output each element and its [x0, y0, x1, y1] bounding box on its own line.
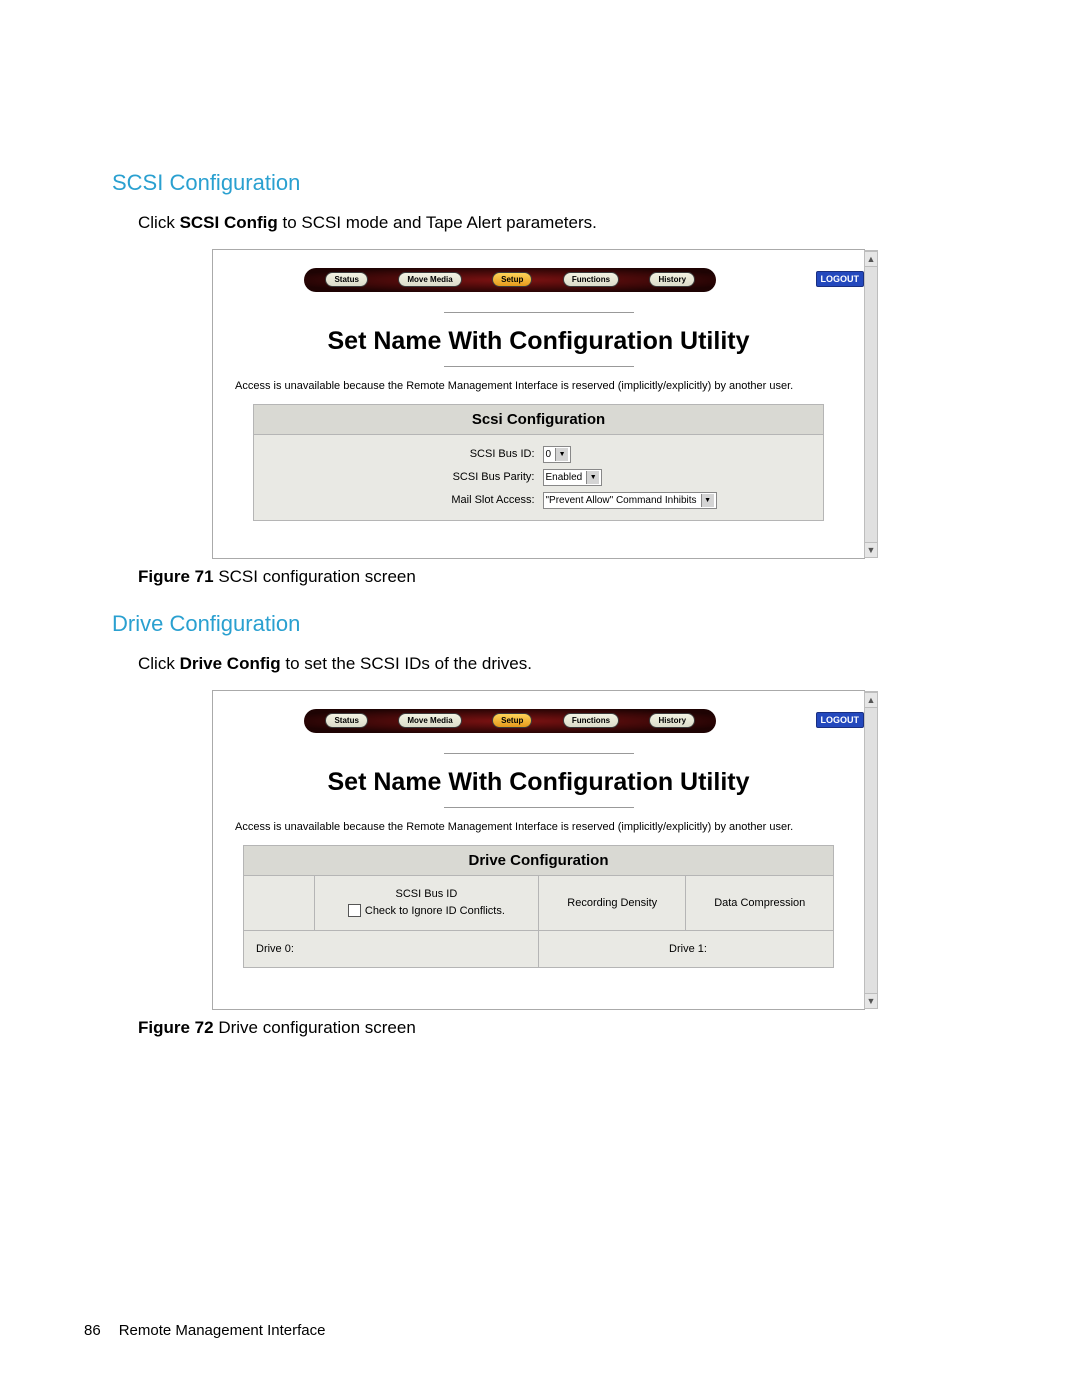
para-scsi: Click SCSI Config to SCSI mode and Tape … — [138, 212, 1000, 235]
footer-section: Remote Management Interface — [119, 1322, 326, 1339]
drive-config-header: Drive Configuration — [244, 845, 834, 875]
col-data-compression: Data Compression — [686, 875, 834, 930]
scroll-down-icon[interactable]: ▼ — [865, 542, 877, 557]
cell-drive-1: Drive 1: — [538, 930, 833, 967]
select-value: 0 — [546, 449, 552, 460]
nav-setup[interactable]: Setup — [492, 272, 532, 287]
row-mail-slot-access: Mail Slot Access: "Prevent Allow" Comman… — [254, 489, 823, 512]
chevron-down-icon: ▼ — [586, 471, 599, 484]
caption-text: SCSI configuration screen — [214, 567, 416, 586]
select-scsi-bus-parity[interactable]: Enabled▼ — [543, 469, 603, 486]
cell-drive-0: Drive 0: — [244, 930, 539, 967]
text-bold: SCSI Config — [180, 213, 278, 232]
screenshot-scsi-config: ▲ ▼ Status Move Media Setup Functions Hi… — [212, 249, 865, 559]
caption-label: Figure 72 — [138, 1018, 214, 1037]
scroll-up-icon[interactable]: ▲ — [865, 251, 877, 267]
nav-bar: Status Move Media Setup Functions Histor… — [304, 709, 716, 733]
col-label: SCSI Bus ID — [323, 888, 530, 900]
nav-functions[interactable]: Functions — [563, 713, 619, 728]
page-number: 86 — [84, 1322, 101, 1339]
document-page: SCSI Configuration Click SCSI Config to … — [0, 0, 1080, 1397]
label: SCSI Bus ID: — [254, 448, 543, 460]
nav-bar: Status Move Media Setup Functions Histor… — [304, 268, 716, 292]
row-scsi-bus-parity: SCSI Bus Parity: Enabled▼ — [254, 466, 823, 489]
nav-setup[interactable]: Setup — [492, 713, 532, 728]
nav-bar-container: Status Move Media Setup Functions Histor… — [213, 250, 864, 302]
chevron-down-icon: ▼ — [555, 448, 568, 461]
nav-history[interactable]: History — [649, 713, 695, 728]
divider — [444, 807, 634, 808]
checkbox-label: Check to Ignore ID Conflicts. — [365, 905, 505, 917]
heading-drive-configuration: Drive Configuration — [112, 611, 1000, 637]
select-value: "Prevent Allow" Command Inhibits — [546, 495, 697, 506]
select-mail-slot-access[interactable]: "Prevent Allow" Command Inhibits ▼ — [543, 492, 717, 509]
nav-bar-container: Status Move Media Setup Functions Histor… — [213, 691, 864, 743]
access-note: Access is unavailable because the Remote… — [213, 379, 864, 394]
para-drive: Click Drive Config to set the SCSI IDs o… — [138, 653, 1000, 676]
access-note: Access is unavailable because the Remote… — [213, 820, 864, 835]
screenshot-title: Set Name With Configuration Utility — [213, 768, 864, 797]
divider — [444, 366, 634, 367]
caption-figure-71: Figure 71 SCSI configuration screen — [138, 567, 1000, 587]
screenshot-drive-config: ▲ ▼ Status Move Media Setup Functions Hi… — [212, 690, 865, 1010]
text-bold: Drive Config — [180, 654, 281, 673]
logout-button[interactable]: LOGOUT — [816, 271, 865, 287]
label: Mail Slot Access: — [254, 494, 543, 506]
select-scsi-bus-id[interactable]: 0▼ — [543, 446, 572, 463]
scsi-config-header: Scsi Configuration — [254, 405, 823, 435]
scsi-config-box: Scsi Configuration SCSI Bus ID: 0▼ SCSI … — [253, 404, 824, 521]
logout-button[interactable]: LOGOUT — [816, 712, 865, 728]
text: Click — [138, 213, 180, 232]
nav-move-media[interactable]: Move Media — [398, 713, 461, 728]
text: Click — [138, 654, 180, 673]
scroll-down-icon[interactable]: ▼ — [865, 993, 877, 1008]
text: to SCSI mode and Tape Alert parameters. — [278, 213, 597, 232]
nav-status[interactable]: Status — [325, 713, 367, 728]
divider — [444, 312, 634, 313]
nav-history[interactable]: History — [649, 272, 695, 287]
caption-figure-72: Figure 72 Drive configuration screen — [138, 1018, 1000, 1038]
scroll-up-icon[interactable]: ▲ — [865, 692, 877, 708]
checkbox-ignore-conflicts[interactable] — [348, 904, 361, 917]
chevron-down-icon: ▼ — [701, 494, 714, 507]
label: SCSI Bus Parity: — [254, 471, 543, 483]
scrollbar[interactable]: ▲ ▼ — [864, 691, 878, 1009]
screenshot-title: Set Name With Configuration Utility — [213, 327, 864, 356]
heading-scsi-configuration: SCSI Configuration — [112, 170, 1000, 196]
col-scsi-bus-id: SCSI Bus ID Check to Ignore ID Conflicts… — [314, 875, 538, 930]
caption-text: Drive configuration screen — [214, 1018, 416, 1037]
select-value: Enabled — [546, 472, 583, 483]
scsi-config-body: SCSI Bus ID: 0▼ SCSI Bus Parity: Enabled… — [254, 435, 823, 520]
nav-status[interactable]: Status — [325, 272, 367, 287]
nav-functions[interactable]: Functions — [563, 272, 619, 287]
scrollbar[interactable]: ▲ ▼ — [864, 250, 878, 558]
nav-move-media[interactable]: Move Media — [398, 272, 461, 287]
caption-label: Figure 71 — [138, 567, 214, 586]
page-footer: 86 Remote Management Interface — [84, 1322, 325, 1339]
row-scsi-bus-id: SCSI Bus ID: 0▼ — [254, 443, 823, 466]
text: to set the SCSI IDs of the drives. — [281, 654, 532, 673]
col-recording-density: Recording Density — [538, 875, 686, 930]
drive-config-table: Drive Configuration SCSI Bus ID Check to… — [243, 845, 834, 968]
divider — [444, 753, 634, 754]
